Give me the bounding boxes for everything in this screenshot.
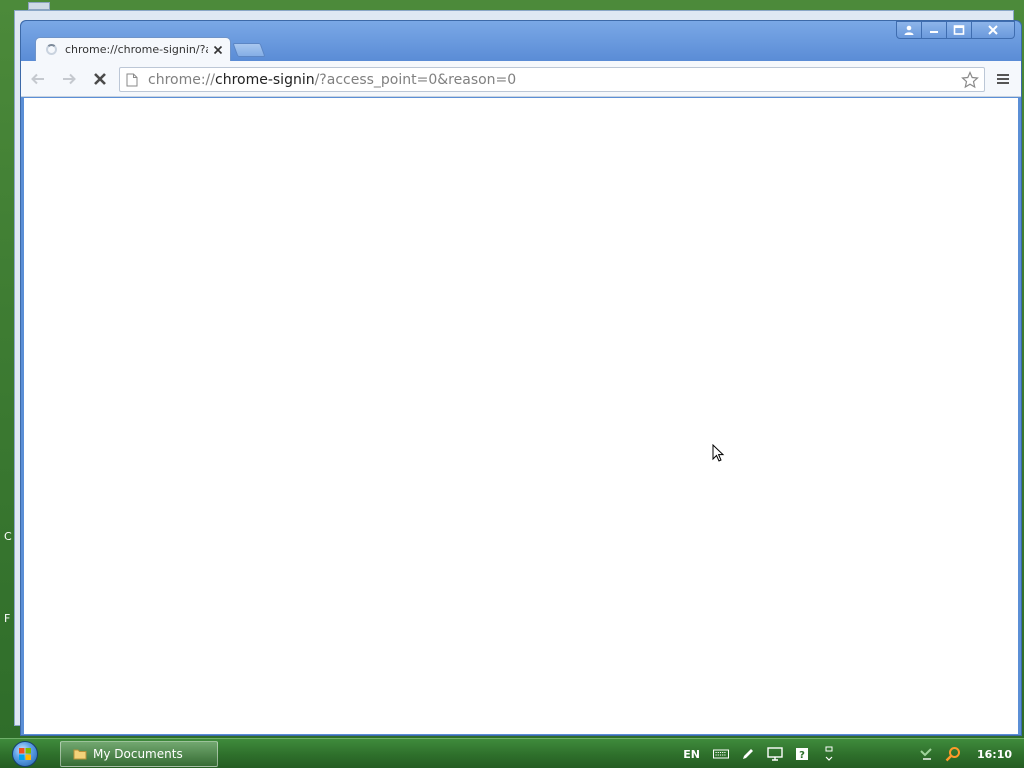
back-button[interactable]: [24, 65, 52, 93]
close-icon: [988, 25, 998, 35]
url-path: /?access_point=0&reason=0: [314, 71, 517, 88]
desktop-window-icon: [28, 2, 50, 10]
system-tray: EN ? 16:10: [683, 739, 1024, 768]
close-icon: [213, 45, 223, 54]
tab-title: chrome://chrome-signin/?access_point=0&r…: [65, 43, 208, 56]
forward-button[interactable]: [55, 65, 83, 93]
network-tray-button[interactable]: [917, 745, 935, 763]
pen-icon: [742, 749, 753, 759]
start-button[interactable]: [8, 740, 42, 768]
hamburger-menu-icon: [997, 74, 1009, 84]
mouse-cursor-icon: [712, 444, 725, 462]
maximize-button[interactable]: [946, 21, 972, 39]
taskbar-item-my-documents[interactable]: My Documents: [60, 741, 218, 767]
taskbar-item-label: My Documents: [93, 747, 183, 761]
loading-spinner-icon: [46, 44, 57, 55]
minimize-button[interactable]: [921, 21, 947, 39]
search-icon: [945, 747, 960, 762]
display-icon: [767, 747, 783, 761]
page-icon: [126, 73, 138, 86]
user-icon: [904, 25, 914, 35]
url-host: chrome-signin: [215, 71, 315, 88]
taskbar: My Documents EN ? 16:10: [0, 738, 1024, 768]
browser-toolbar: chrome://chrome-signin/?access_point=0&r…: [21, 61, 1021, 97]
maximize-icon: [953, 25, 965, 35]
help-icon: ?: [795, 748, 808, 761]
windows-orb-icon: [12, 741, 38, 767]
new-tab-button[interactable]: [232, 43, 266, 57]
back-arrow-icon: [31, 73, 44, 84]
desktop-edge-text: C: [4, 530, 12, 543]
close-window-button[interactable]: [971, 21, 1015, 39]
stop-button[interactable]: [86, 65, 114, 93]
arrows-tray-button[interactable]: [820, 745, 838, 763]
address-bar[interactable]: chrome://chrome-signin/?access_point=0&r…: [119, 67, 985, 92]
chrome-menu-button[interactable]: [991, 67, 1015, 91]
bookmark-star-button[interactable]: [960, 70, 980, 90]
folder-icon: [73, 749, 87, 760]
pen-tray-button[interactable]: [739, 745, 757, 763]
profile-button[interactable]: [896, 21, 922, 39]
url-scheme: chrome://: [148, 71, 215, 88]
page-content[interactable]: [24, 98, 1018, 734]
windows-logo-icon: [19, 748, 31, 760]
keyboard-icon: [712, 749, 729, 759]
tab-chrome-signin[interactable]: chrome://chrome-signin/?access_point=0&r…: [35, 37, 231, 61]
arrows-icon: [825, 746, 833, 761]
browser-window: chrome://chrome-signin/?access_point=0&r…: [20, 20, 1022, 736]
url-text[interactable]: chrome://chrome-signin/?access_point=0&r…: [148, 72, 516, 88]
window-controls: [896, 21, 1015, 41]
search-tray-button[interactable]: [944, 745, 962, 763]
clock[interactable]: 16:10: [977, 748, 1012, 761]
minimize-icon: [930, 31, 938, 33]
star-icon: [961, 71, 979, 89]
language-indicator[interactable]: EN: [683, 748, 700, 761]
network-icon: [920, 748, 932, 760]
stop-x-icon: [94, 72, 106, 85]
help-tray-button[interactable]: ?: [793, 745, 811, 763]
display-tray-button[interactable]: [766, 745, 784, 763]
title-bar[interactable]: chrome://chrome-signin/?access_point=0&r…: [21, 21, 1021, 61]
svg-text:?: ?: [799, 750, 805, 761]
keyboard-tray-button[interactable]: [712, 745, 730, 763]
forward-arrow-icon: [63, 73, 76, 84]
desktop-edge-text: F: [4, 612, 11, 625]
tab-close-button[interactable]: [212, 44, 224, 56]
